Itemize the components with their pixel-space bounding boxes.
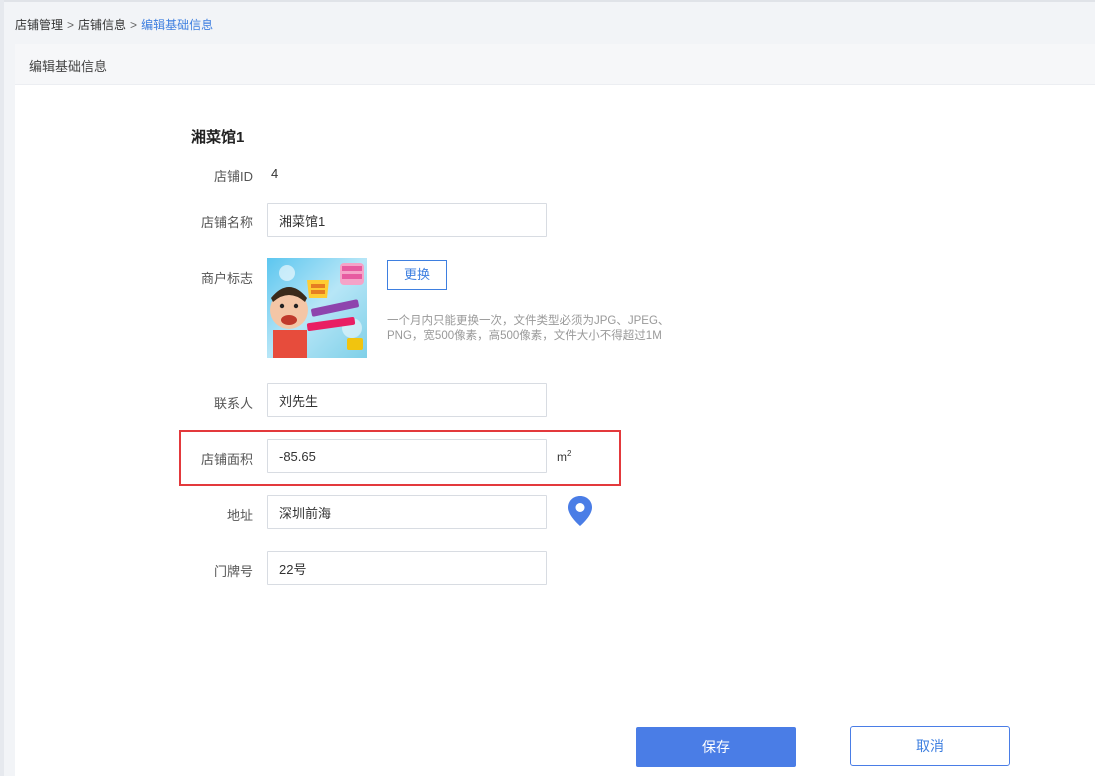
logo-label: 商户标志 <box>200 271 253 286</box>
save-button[interactable]: 保存 <box>636 727 796 767</box>
area-label: 店铺面积 <box>200 452 253 467</box>
store-id-label: 店铺ID <box>213 169 253 184</box>
store-name-label: 店铺名称 <box>200 215 253 230</box>
house-number-label: 门牌号 <box>213 564 253 579</box>
change-logo-button[interactable]: 更换 <box>387 260 447 290</box>
store-name-input[interactable] <box>267 203 547 237</box>
cancel-button[interactable]: 取消 <box>850 726 1010 766</box>
area-unit: m2 <box>557 449 571 464</box>
breadcrumb: 店铺管理 > 店铺信息 > 编辑基础信息 <box>15 16 213 33</box>
address-label: 地址 <box>226 508 253 523</box>
contact-input[interactable] <box>267 383 547 417</box>
left-rail <box>0 0 4 776</box>
contact-label: 联系人 <box>213 396 253 411</box>
breadcrumb-item-current: 编辑基础信息 <box>141 18 214 32</box>
card-header: 编辑基础信息 <box>15 44 1095 85</box>
area-input[interactable] <box>267 439 547 473</box>
house-number-input[interactable] <box>267 551 547 585</box>
area-unit-exponent: 2 <box>567 449 572 458</box>
store-id-value: 4 <box>271 166 279 181</box>
breadcrumb-separator: > <box>130 18 138 32</box>
area-unit-base: m <box>557 450 567 464</box>
breadcrumb-item-store-management[interactable]: 店铺管理 <box>15 18 63 32</box>
store-name-heading: 湘菜馆1 <box>191 129 245 146</box>
address-input[interactable] <box>267 495 547 529</box>
top-divider <box>0 0 1095 2</box>
store-logo-image <box>267 258 367 358</box>
breadcrumb-separator: > <box>67 18 75 32</box>
card-title: 编辑基础信息 <box>29 59 108 74</box>
map-pin-icon[interactable] <box>566 495 594 527</box>
logo-upload-hint: 一个月内只能更换一次，文件类型必须为JPG、JPEG、PNG，宽500像素，高5… <box>387 315 670 342</box>
breadcrumb-item-store-info[interactable]: 店铺信息 <box>78 18 126 32</box>
